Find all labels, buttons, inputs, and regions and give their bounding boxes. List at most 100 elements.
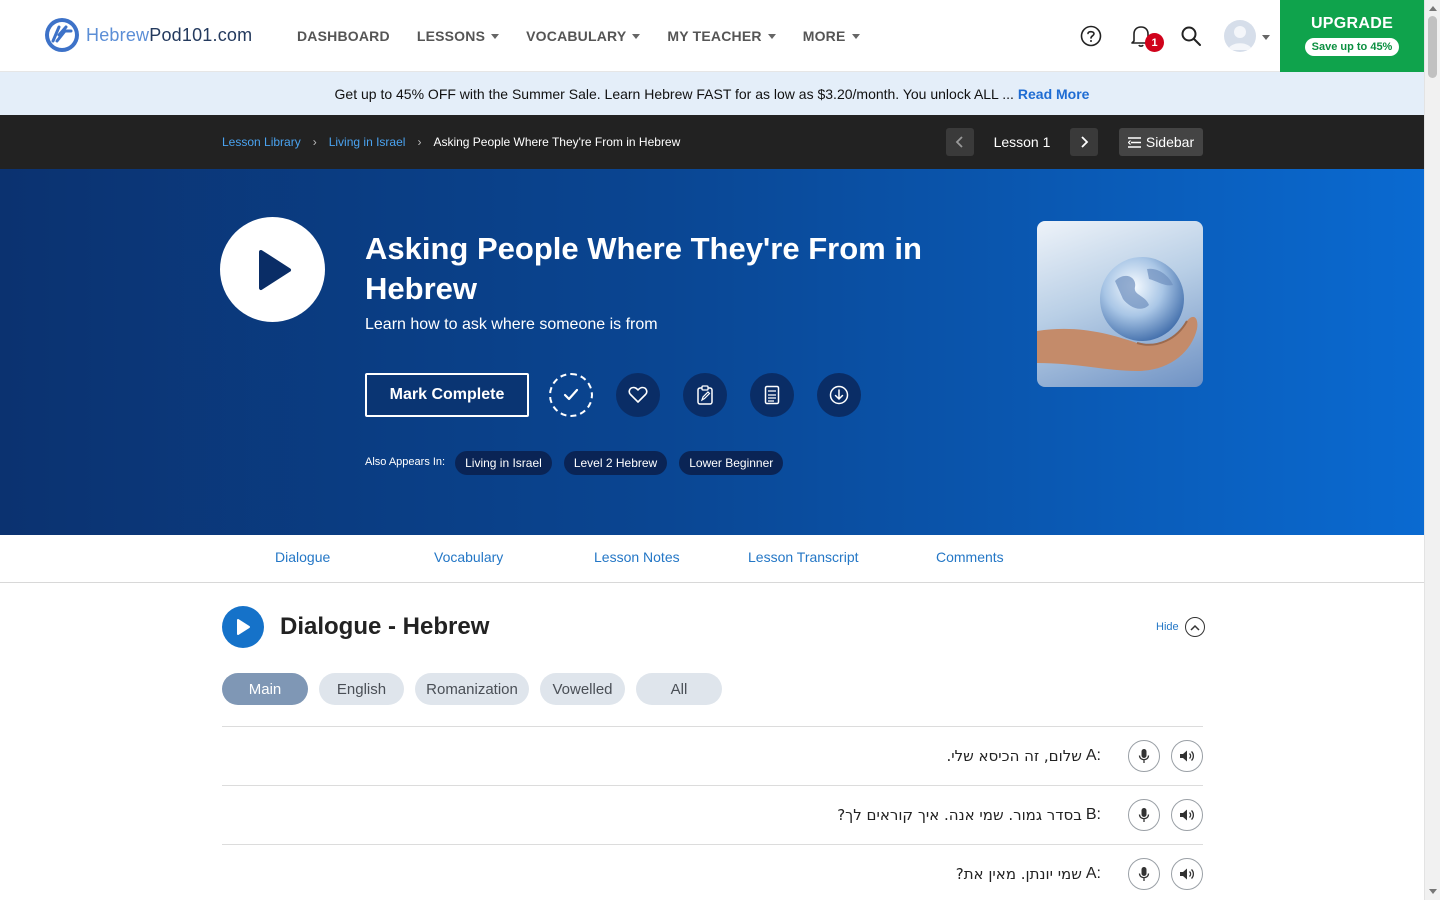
speaker-letter: A (1085, 865, 1097, 882)
breadcrumb-current: Asking People Where They're From in Hebr… (433, 135, 681, 149)
chevron-left-icon (955, 136, 963, 148)
microphone-icon (1138, 749, 1150, 763)
tab-lesson-notes[interactable]: Lesson Notes (594, 549, 680, 565)
sidebar-toggle-button[interactable]: Sidebar (1119, 128, 1203, 156)
scrollbar-thumb[interactable] (1428, 16, 1437, 78)
also-appears-in: Also Appears In: Living in Israel Level … (365, 451, 795, 475)
main-menu: DASHBOARD LESSONS VOCABULARY MY TEACHER … (297, 0, 887, 72)
tab-lesson-transcript[interactable]: Lesson Transcript (748, 549, 859, 565)
nav-more[interactable]: MORE (803, 28, 860, 44)
dialogue-title: Dialogue - Hebrew (280, 613, 490, 640)
speaker-letter: B (1085, 806, 1097, 823)
logo-mark-icon (45, 18, 79, 52)
notifications-button[interactable]: 1 (1126, 21, 1164, 52)
avatar[interactable] (1224, 20, 1256, 52)
nav-my-teacher[interactable]: MY TEACHER (667, 28, 776, 44)
chevron-down-icon (491, 33, 500, 39)
dialogue-line: שמי יונתן. מאין את? A: (222, 844, 1203, 900)
record-button[interactable] (1128, 858, 1160, 890)
lesson-number: Lesson 1 (993, 134, 1051, 150)
globe-in-hand-image (1037, 257, 1198, 371)
record-button[interactable] (1128, 799, 1160, 831)
dialogue-lines: שלום, זה הכיסא שלי. A: בסדר גמור. שמי אנ… (222, 726, 1203, 900)
download-icon (829, 385, 849, 405)
also-appears-label: Also Appears In: (365, 456, 446, 468)
lesson-tabs: Dialogue Vocabulary Lesson Notes Lesson … (0, 535, 1424, 583)
tab-comments[interactable]: Comments (936, 549, 1004, 565)
complete-check-button[interactable] (549, 373, 593, 417)
chevron-down-icon (767, 33, 776, 39)
breadcrumb: Lesson Library › Living in Israel › Aski… (222, 115, 680, 169)
promo-banner: Get up to 45% OFF with the Summer Sale. … (0, 72, 1424, 115)
hide-dialogue-button[interactable]: Hide (1156, 617, 1205, 637)
search-icon (1181, 26, 1201, 46)
tag-level-2-hebrew[interactable]: Level 2 Hebrew (563, 451, 668, 475)
breadcrumb-living-in-israel[interactable]: Living in Israel (329, 135, 406, 149)
tag-lower-beginner[interactable]: Lower Beginner (679, 451, 784, 475)
scroll-down-arrow-icon[interactable] (1429, 889, 1437, 894)
play-audio-button[interactable] (1171, 858, 1203, 890)
nav-lessons[interactable]: LESSONS (416, 28, 500, 44)
assessment-button[interactable] (683, 373, 727, 417)
dialogue-line: בסדר גמור. שמי אנה. איך קוראים לך? B: (222, 785, 1203, 844)
favorite-button[interactable] (616, 373, 660, 417)
next-lesson-button[interactable] (1070, 128, 1098, 156)
lesson-toolbar: Lesson Library › Living in Israel › Aski… (0, 115, 1424, 169)
speaker-letter: A (1085, 747, 1097, 764)
tag-living-in-israel[interactable]: Living in Israel (455, 451, 552, 475)
record-button[interactable] (1128, 740, 1160, 772)
play-audio-button[interactable] (1171, 740, 1203, 772)
pill-english[interactable]: English (319, 673, 404, 705)
page-scrollbar[interactable] (1424, 0, 1440, 900)
nav-vocabulary-label: VOCABULARY (526, 28, 627, 44)
nav-lessons-label: LESSONS (416, 28, 486, 44)
scroll-up-arrow-icon[interactable] (1429, 6, 1437, 11)
logo[interactable]: HebrewPod101.com (44, 16, 252, 54)
logo-prefix: Hebrew (86, 24, 150, 45)
notification-badge: 1 (1145, 33, 1164, 52)
previous-lesson-button[interactable] (946, 128, 974, 156)
play-audio-button[interactable] (1171, 799, 1203, 831)
page: HebrewPod101.com DASHBOARD LESSONS VOCAB… (0, 0, 1440, 900)
play-dialogue-button[interactable] (222, 606, 264, 648)
nav-dashboard-label: DASHBOARD (297, 28, 390, 44)
heart-icon (628, 386, 648, 403)
nav-vocabulary[interactable]: VOCABULARY (526, 28, 641, 44)
breadcrumb-lesson-library[interactable]: Lesson Library (222, 135, 301, 149)
pill-all[interactable]: All (636, 673, 722, 705)
microphone-icon (1138, 867, 1150, 881)
checkmark-icon (563, 388, 579, 401)
lesson-title: Asking People Where They're From in Hebr… (365, 231, 922, 306)
chevron-down-icon (851, 33, 860, 39)
play-lesson-button[interactable] (220, 217, 325, 322)
upgrade-button[interactable]: UPGRADE Save up to 45% (1280, 0, 1424, 72)
pill-main[interactable]: Main (222, 673, 308, 705)
tab-dialogue[interactable]: Dialogue (275, 549, 330, 565)
nav-my-teacher-label: MY TEACHER (667, 28, 762, 44)
user-avatar-icon (1228, 26, 1252, 50)
upgrade-title: UPGRADE (1310, 15, 1394, 32)
chevron-right-icon: › (312, 135, 317, 149)
speaker-icon (1180, 868, 1195, 880)
pdf-button[interactable] (750, 373, 794, 417)
mark-complete-button[interactable]: Mark Complete (365, 373, 529, 417)
dialogue-line-text: בסדר גמור. שמי אנה. איך קוראים לך? (837, 806, 1082, 824)
logo-text: HebrewPod101.com (86, 25, 252, 46)
lesson-hero: Asking People Where They're From in Hebr… (0, 169, 1424, 535)
read-more-link[interactable]: Read More (1018, 86, 1090, 102)
tab-vocabulary[interactable]: Vocabulary (434, 549, 503, 565)
nav-more-label: MORE (802, 28, 846, 44)
pill-romanization[interactable]: Romanization (415, 673, 529, 705)
help-button[interactable] (1076, 21, 1106, 51)
lesson-navigator: Lesson 1 (946, 128, 1098, 156)
avatar-chevron-down-icon[interactable] (1262, 35, 1270, 40)
download-button[interactable] (817, 373, 861, 417)
speaker-icon (1180, 809, 1195, 821)
chevron-right-icon (1081, 136, 1089, 148)
nav-dashboard[interactable]: DASHBOARD (297, 28, 390, 44)
pdf-document-icon (764, 385, 780, 405)
dialogue-line-text: שמי יונתן. מאין את? (955, 865, 1082, 883)
pill-vowelled[interactable]: Vowelled (540, 673, 625, 705)
search-button[interactable] (1176, 21, 1206, 51)
transcript-mode-pills: Main English Romanization Vowelled All (222, 673, 733, 705)
